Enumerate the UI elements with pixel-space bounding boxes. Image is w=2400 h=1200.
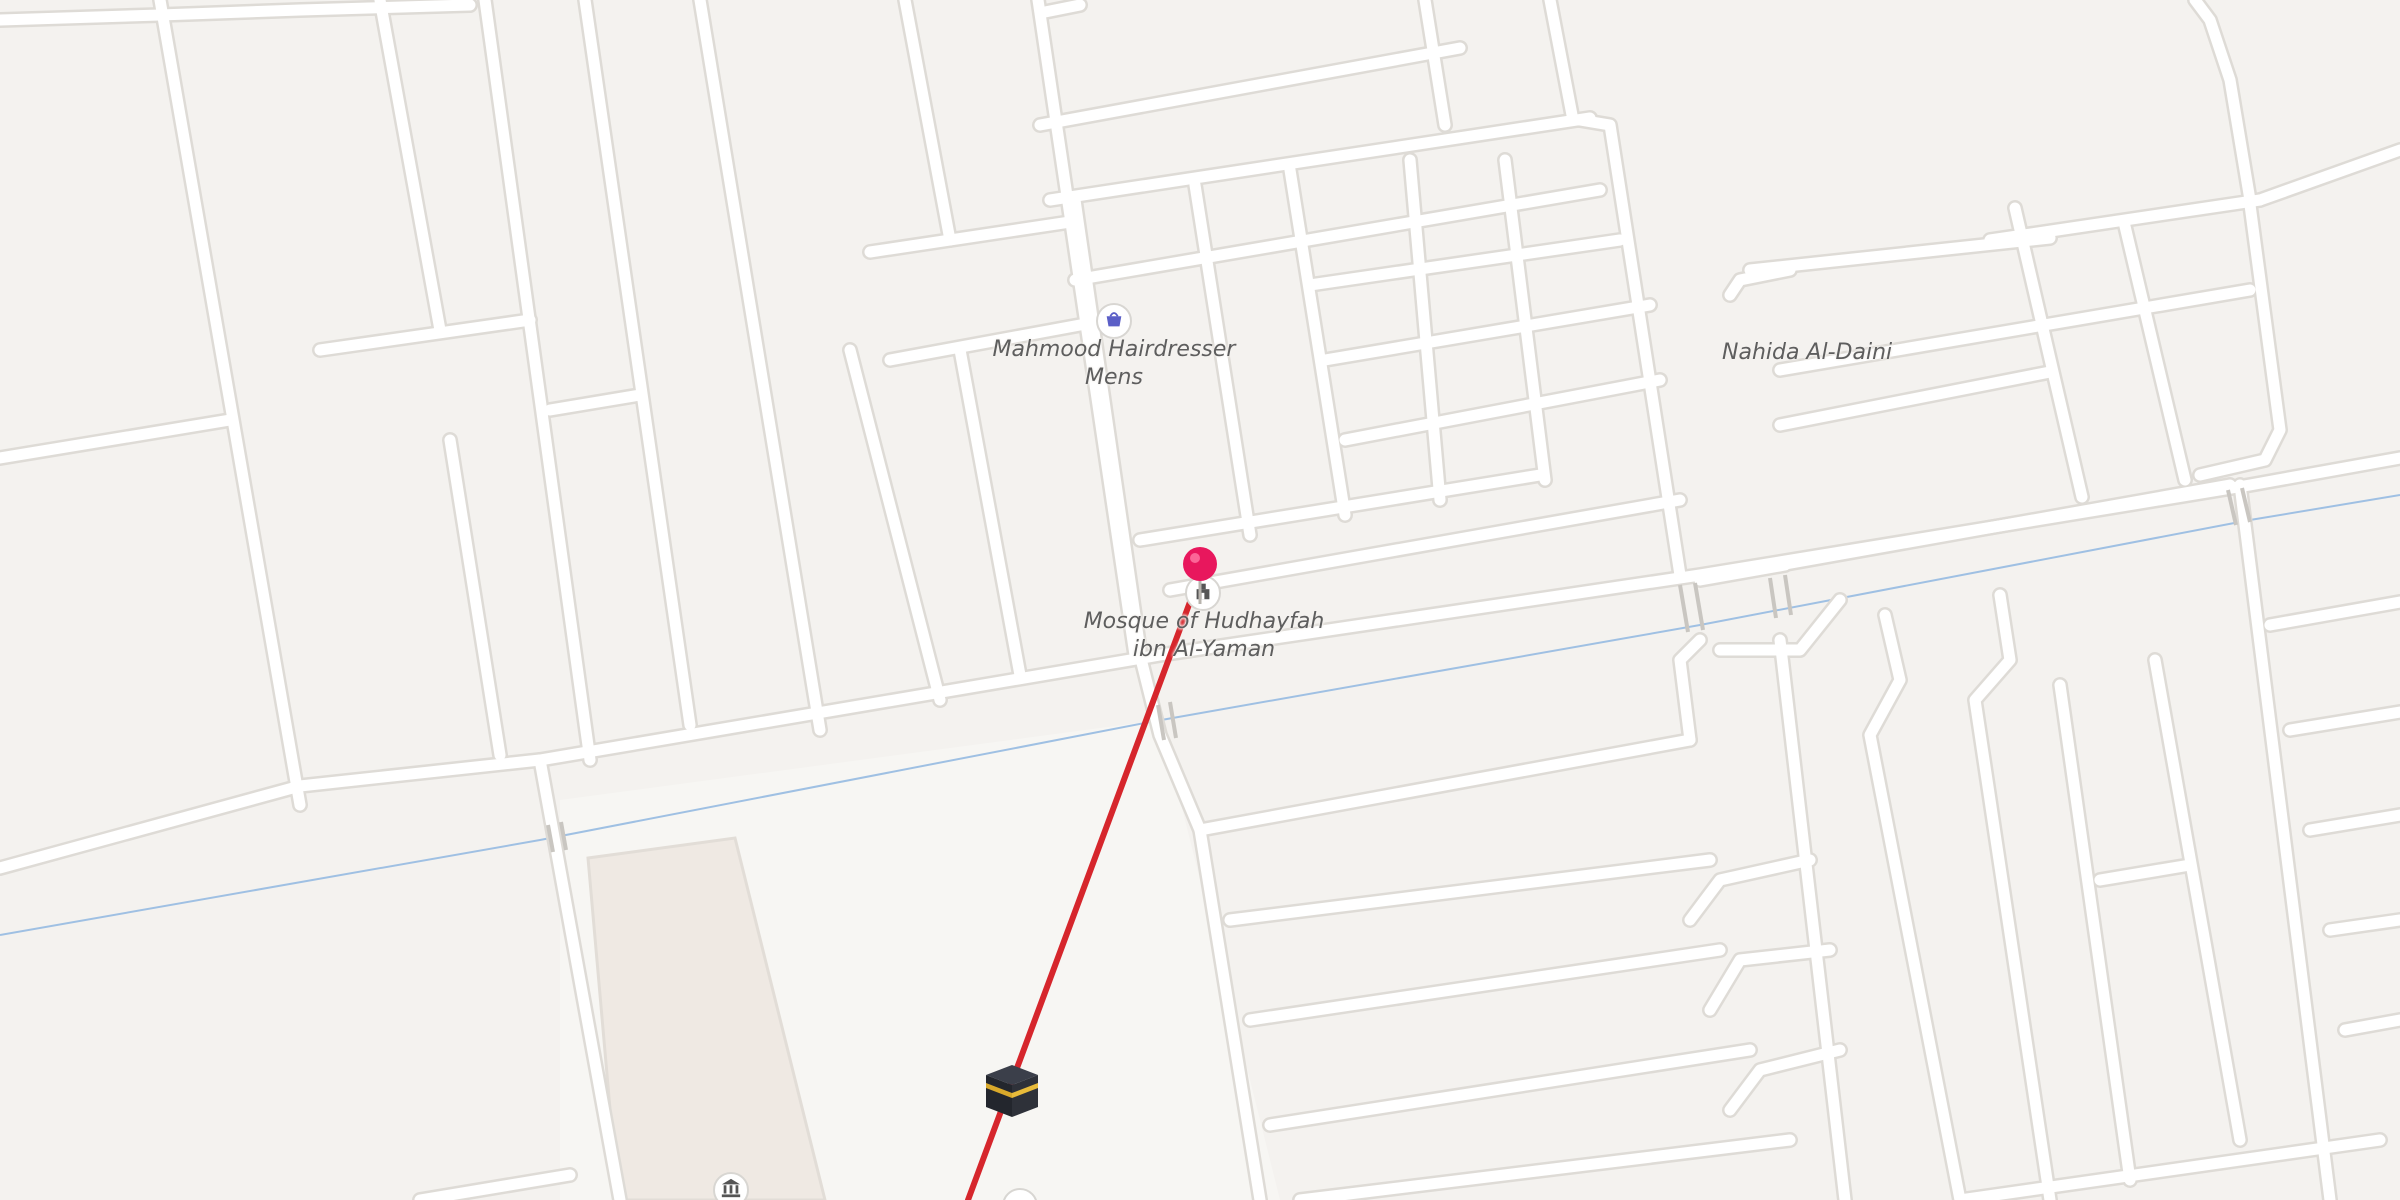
location-pin-icon (1183, 547, 1217, 604)
hairdresser-poi-marker[interactable] (1096, 303, 1132, 339)
map-view[interactable]: Mahmood Hairdresser Mens Mosque of Hudha… (0, 0, 2400, 1200)
info-icon (1009, 1193, 1031, 1200)
shopping-basket-icon (1103, 308, 1125, 335)
kaaba-icon (986, 1065, 1038, 1117)
museum-poi-marker[interactable] (713, 1172, 749, 1200)
kaaba-marker[interactable] (982, 1061, 1042, 1121)
destination-pin[interactable] (1178, 544, 1222, 614)
museum-icon (720, 1177, 742, 1200)
